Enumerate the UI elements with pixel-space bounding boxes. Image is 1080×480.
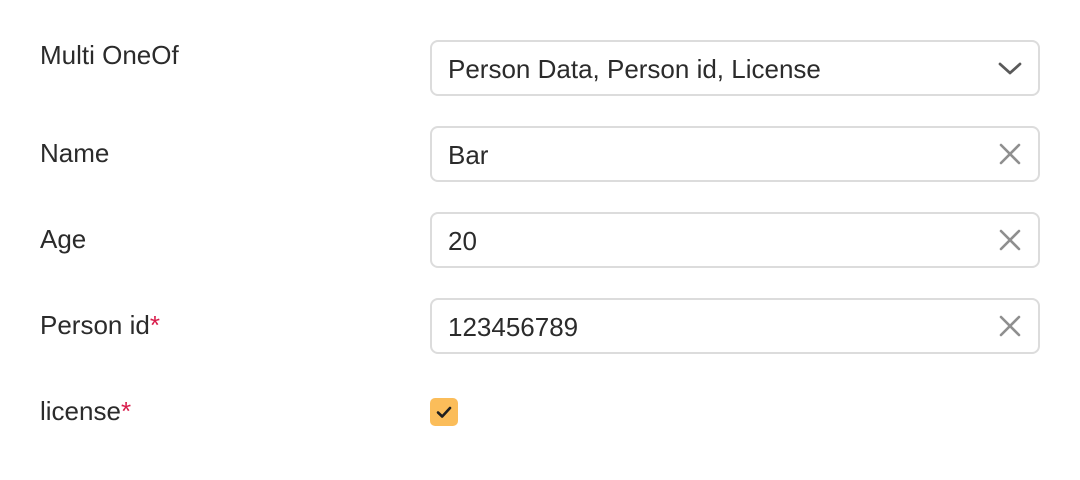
person-id-label: Person id* bbox=[40, 297, 160, 353]
person-id-row: Person id* 123456789 bbox=[0, 298, 1080, 354]
multi-oneof-label: Multi OneOf bbox=[40, 27, 179, 83]
check-icon bbox=[436, 406, 452, 418]
person-id-label-text: Person id bbox=[40, 310, 150, 340]
form: Multi OneOf Person Data, Person id, Lice… bbox=[0, 0, 1080, 480]
required-mark: * bbox=[149, 310, 160, 340]
name-field[interactable]: Bar bbox=[430, 126, 1040, 182]
license-label: license* bbox=[40, 383, 131, 439]
age-field[interactable]: 20 bbox=[430, 212, 1040, 268]
clear-icon[interactable] bbox=[996, 140, 1024, 168]
multi-oneof-row: Multi OneOf Person Data, Person id, Lice… bbox=[0, 40, 1080, 96]
age-input[interactable]: 20 bbox=[448, 214, 968, 266]
chevron-down-icon[interactable] bbox=[996, 54, 1024, 82]
multi-oneof-value: Person Data, Person id, License bbox=[448, 54, 821, 84]
age-label-text: Age bbox=[40, 224, 87, 254]
multi-oneof-select[interactable]: Person Data, Person id, License bbox=[430, 40, 1040, 96]
age-row: Age 20 bbox=[0, 212, 1080, 268]
name-row: Name Bar bbox=[0, 126, 1080, 182]
clear-icon[interactable] bbox=[996, 226, 1024, 254]
name-label: Name bbox=[40, 125, 109, 181]
license-checkbox[interactable] bbox=[430, 398, 458, 426]
person-id-input[interactable]: 123456789 bbox=[448, 300, 968, 352]
clear-icon[interactable] bbox=[996, 312, 1024, 340]
license-row: license* bbox=[0, 384, 1080, 440]
name-input[interactable]: Bar bbox=[448, 128, 968, 180]
multi-oneof-label-text: Multi OneOf bbox=[40, 40, 179, 70]
license-label-text: license bbox=[40, 396, 121, 426]
name-label-text: Name bbox=[40, 138, 110, 168]
required-mark: * bbox=[120, 396, 132, 426]
person-id-field[interactable]: 123456789 bbox=[430, 298, 1040, 354]
age-label: Age bbox=[40, 211, 86, 267]
